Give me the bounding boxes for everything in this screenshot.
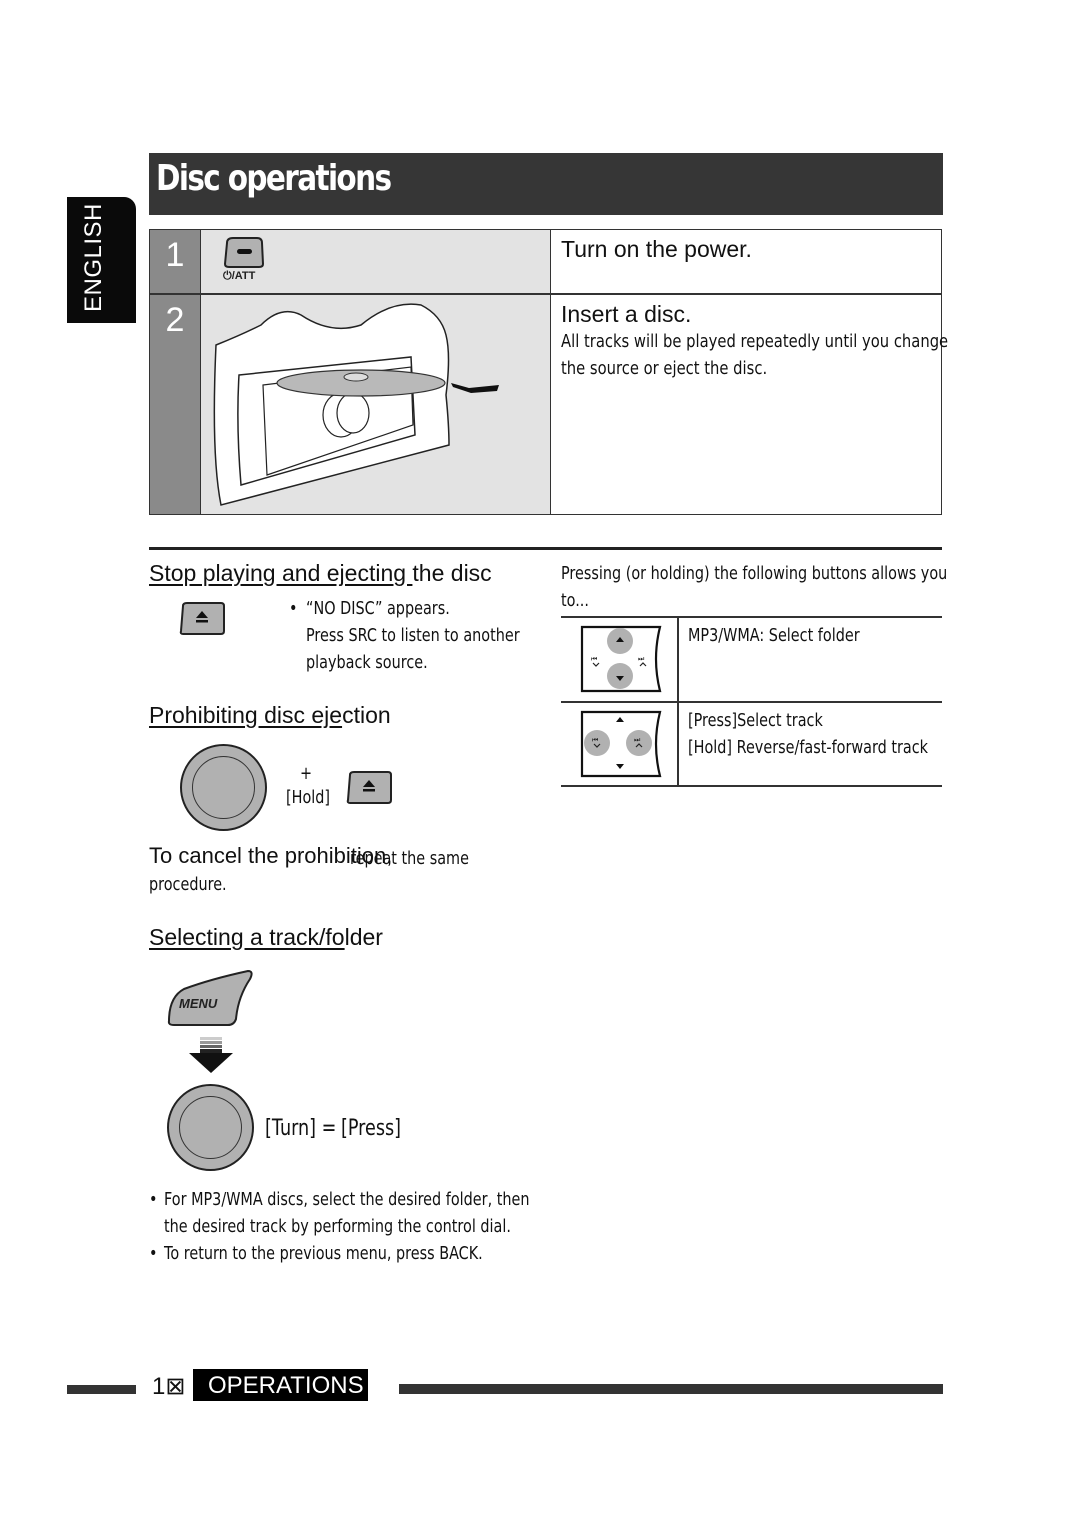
page-title: Disc operations bbox=[156, 158, 392, 199]
bullet: • bbox=[149, 1243, 158, 1264]
heading-underlined-part: Stop playing and ejecting bbox=[149, 560, 413, 586]
press-label: [Press] bbox=[341, 1116, 402, 1141]
heading-rest: ction bbox=[342, 702, 391, 728]
down-arrow-icon bbox=[189, 1037, 233, 1073]
svg-text:⏭: ⏭ bbox=[638, 655, 645, 663]
stop-note-line: “NO DISC” appears. bbox=[306, 598, 450, 619]
heading-underlined-part: Selecting a track/fo bbox=[149, 924, 345, 950]
step-heading: Turn on the power. bbox=[561, 236, 752, 262]
eject-icon bbox=[346, 771, 392, 804]
step-body-line: the source or eject the disc. bbox=[561, 357, 768, 379]
svg-text:⏮: ⏮ bbox=[591, 655, 597, 663]
menu-button-label: MENU bbox=[179, 996, 218, 1011]
turn-label: [Turn] = bbox=[265, 1116, 337, 1141]
step-2-image-cell bbox=[200, 294, 550, 514]
right-row-text: [Hold] Reverse/fast-forward track bbox=[688, 737, 928, 758]
note-line: For MP3/WMA discs, select the desired fo… bbox=[164, 1189, 530, 1210]
bullet: • bbox=[149, 1189, 158, 1210]
cancel-instruction-line2: procedure. bbox=[149, 874, 227, 895]
svg-text:⏭: ⏭ bbox=[634, 736, 641, 744]
step-1-text-cell: Turn on the power. bbox=[550, 230, 941, 293]
table-rule bbox=[677, 616, 679, 786]
select-section-heading: Selecting a track/folder bbox=[149, 924, 383, 951]
eject-icon bbox=[179, 602, 225, 635]
power-att-button-icon bbox=[223, 237, 265, 268]
note-line: To return to the previous menu, press BA… bbox=[164, 1243, 483, 1264]
control-dial-icon bbox=[167, 1084, 254, 1171]
plus-sign: + bbox=[300, 763, 313, 784]
up-down-buttons-icon: ⏮ ⏭ bbox=[580, 625, 662, 693]
right-row-text: MP3/WMA: Select folder bbox=[688, 625, 860, 646]
hold-label: [Hold] bbox=[286, 787, 331, 808]
prohibit-section-heading: Prohibiting disc ejection bbox=[149, 702, 391, 729]
note-line: the desired track by performing the cont… bbox=[164, 1216, 511, 1237]
right-row-text: [Press]Select track bbox=[688, 710, 823, 731]
right-intro-line: to... bbox=[561, 590, 589, 611]
language-tab-label: ENGLISH bbox=[80, 203, 107, 312]
footer-bar-right bbox=[399, 1384, 943, 1394]
step-number: 2 bbox=[150, 294, 200, 514]
power-att-label: ⏻/ATT bbox=[223, 270, 256, 282]
disc-insert-illustration bbox=[213, 303, 499, 506]
control-dial-icon bbox=[180, 744, 267, 831]
section-divider bbox=[149, 547, 942, 550]
bullet: • bbox=[289, 598, 298, 619]
heading-underlined-part: Prohibiting disc eje bbox=[149, 702, 343, 728]
footer-section-label: OPERATIONS bbox=[208, 1372, 364, 1399]
footer-bar-left bbox=[67, 1385, 136, 1394]
page-number: 1⊠ bbox=[152, 1373, 186, 1400]
heading-rest: lder bbox=[344, 924, 383, 950]
steps-table: 1 ⏻/ATT Turn on the power. 2 Insert a di… bbox=[149, 229, 949, 515]
step-heading: Insert a disc. bbox=[561, 300, 692, 327]
stop-section-heading: Stop playing and ejecting the disc bbox=[149, 560, 492, 587]
table-rule bbox=[561, 785, 942, 787]
cancel-instruction-overlap: repeat the same bbox=[350, 848, 469, 869]
step-2-text-cell: Insert a disc. All tracks will be played… bbox=[550, 294, 949, 514]
heading-rest: the disc bbox=[412, 560, 492, 586]
table-rule bbox=[561, 701, 942, 703]
stop-note-line: playback source. bbox=[306, 652, 428, 673]
step-body-line: All tracks will be played repeatedly unt… bbox=[561, 330, 949, 352]
step-number: 1 bbox=[150, 230, 200, 293]
stop-note-line: Press SRC to listen to another bbox=[306, 625, 520, 646]
step-1-image-cell: ⏻/ATT bbox=[200, 230, 550, 293]
svg-text:⏮: ⏮ bbox=[592, 736, 598, 744]
right-intro-line: Pressing (or holding) the following butt… bbox=[561, 563, 948, 584]
table-rule bbox=[561, 616, 942, 618]
prev-next-buttons-icon: ⏮ ⏭ bbox=[580, 710, 662, 778]
